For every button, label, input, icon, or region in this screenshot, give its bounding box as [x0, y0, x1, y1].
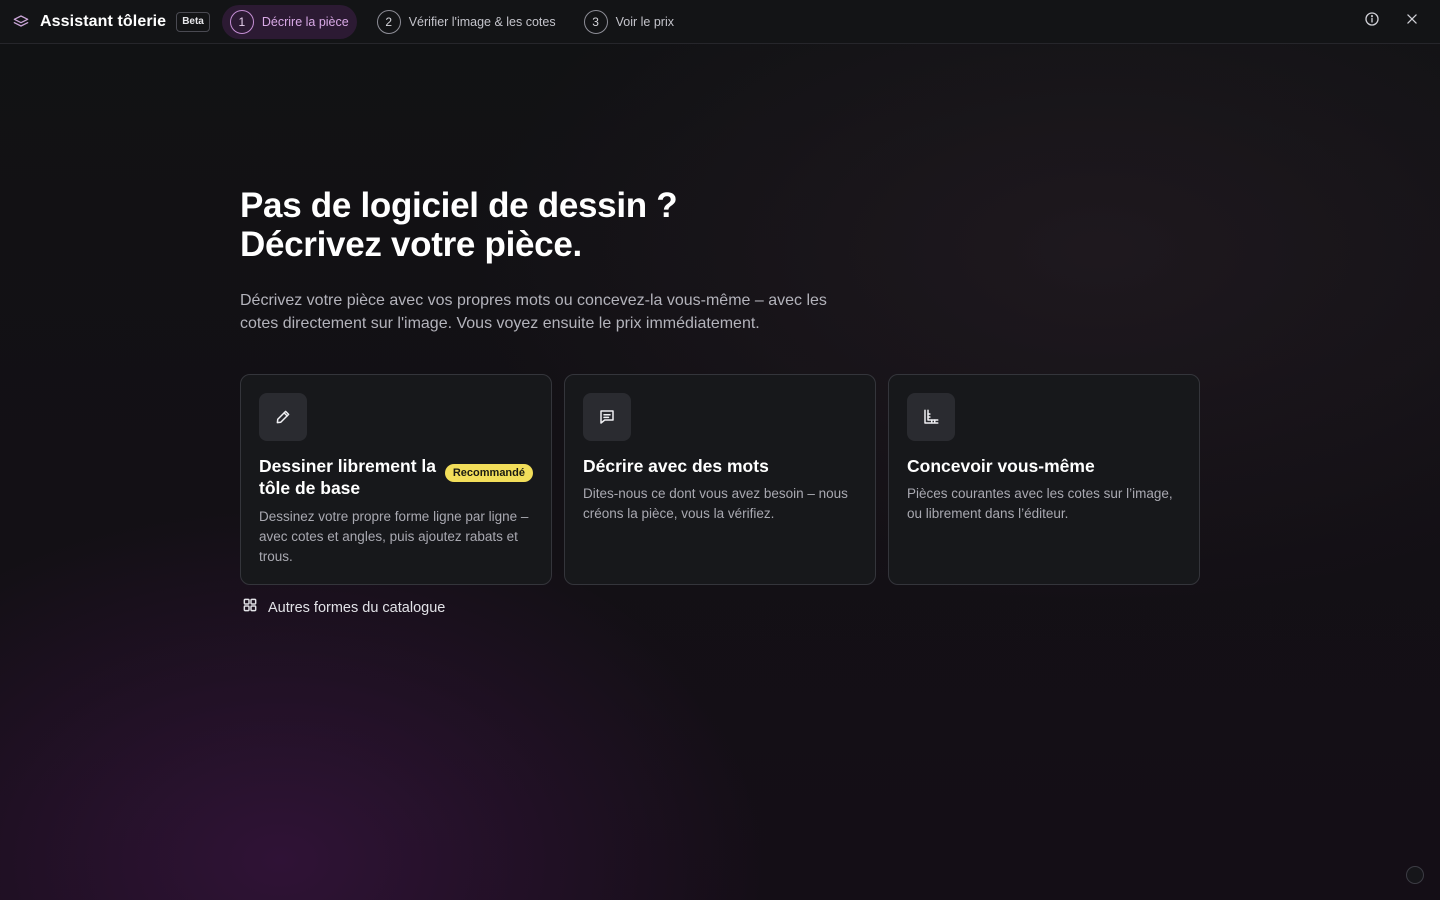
app-title: Assistant tôlerie [40, 12, 167, 30]
help-bubble[interactable] [1406, 866, 1424, 884]
close-icon [1405, 12, 1419, 31]
card-header: Concevoir vous-même [907, 455, 1181, 477]
step-price[interactable]: 3 Voir le prix [576, 5, 682, 39]
page-title-line-1: Pas de logiciel de dessin ? [240, 186, 678, 225]
card-design-yourself[interactable]: Concevoir vous-même Pièces courantes ave… [888, 374, 1200, 585]
card-describe-words[interactable]: Décrire avec des mots Dites-nous ce dont… [564, 374, 876, 585]
step-number: 1 [229, 9, 254, 34]
step-label: Vérifier l'image & les cotes [408, 14, 556, 29]
layers-icon [12, 13, 30, 31]
recommended-badge: Recommandé [444, 464, 533, 482]
option-cards: Dessiner librement la tôle de base Recom… [240, 374, 1200, 585]
card-description: Dessinez votre propre forme ligne par li… [259, 509, 529, 564]
grid-icon [242, 597, 258, 618]
top-bar: Assistant tôlerie Beta 1 Décrire la pièc… [0, 0, 1440, 44]
card-description: Pièces courantes avec les cotes sur l’im… [907, 486, 1173, 521]
catalog-link-label: Autres formes du catalogue [268, 599, 446, 616]
step-number: 3 [583, 9, 608, 34]
info-icon [1364, 11, 1380, 32]
card-description: Dites-nous ce dont vous avez besoin – no… [583, 486, 848, 521]
card-header: Dessiner librement la tôle de base Recom… [259, 455, 533, 499]
step-verify[interactable]: 2 Vérifier l'image & les cotes [369, 5, 564, 39]
step-describe[interactable]: 1 Décrire la pièce [221, 4, 357, 39]
step-number: 2 [376, 9, 401, 34]
message-icon [583, 393, 631, 441]
brand: Assistant tôlerie Beta [12, 11, 210, 32]
card-title: Décrire avec des mots [583, 456, 769, 476]
top-actions [1346, 8, 1426, 36]
close-button[interactable] [1398, 8, 1426, 36]
card-header: Décrire avec des mots [583, 455, 857, 477]
info-button[interactable] [1358, 8, 1386, 36]
step-label: Décrire la pièce [261, 14, 349, 29]
card-title: Dessiner librement la tôle de base [259, 456, 437, 498]
card-title: Concevoir vous-même [907, 456, 1095, 476]
page-title-line-2: Décrivez votre pièce. [240, 225, 582, 264]
page-title: Pas de logiciel de dessin ? Décrivez vot… [240, 186, 1200, 264]
card-draw-freely[interactable]: Dessiner librement la tôle de base Recom… [240, 374, 552, 585]
page-subtitle: Décrivez votre pièce avec vos propres mo… [240, 292, 827, 332]
ruler-corner-icon [907, 393, 955, 441]
catalog-link[interactable]: Autres formes du catalogue [242, 597, 445, 618]
beta-badge: Beta [176, 11, 210, 32]
hero: Pas de logiciel de dessin ? Décrivez vot… [240, 186, 1200, 335]
step-label: Voir le prix [615, 14, 674, 29]
pencil-icon [259, 393, 307, 441]
stepper: 1 Décrire la pièce 2 Vérifier l'image & … [221, 0, 694, 44]
